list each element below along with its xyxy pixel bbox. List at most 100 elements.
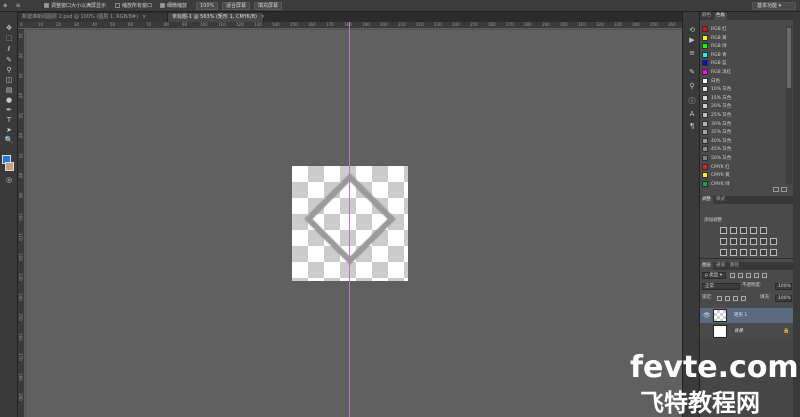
adjustment-layer-icon[interactable] [730, 249, 737, 256]
zoom-100-button[interactable]: 100% [196, 2, 218, 10]
swatch-item[interactable]: 10% 灰色 [700, 85, 793, 94]
swatch-item[interactable]: CMYK 红 [700, 163, 793, 172]
document-tab-2[interactable]: 未标题-1 @ 563% (矩形 1, CMYK/8) × [168, 13, 265, 22]
stamp-tool-icon[interactable]: ⚲ [3, 66, 15, 75]
adjustment-layer-icon[interactable] [730, 227, 737, 234]
swatch-chip[interactable] [702, 155, 708, 161]
opacity-input[interactable]: 100% [775, 283, 792, 290]
layer-name[interactable]: 矩形 1 [734, 312, 747, 318]
fill-input[interactable]: 100% [775, 295, 792, 302]
close-icon[interactable]: × [261, 14, 265, 20]
pen-tool-icon[interactable]: ✒ [3, 106, 15, 115]
background-color-swatch[interactable] [5, 162, 14, 171]
tab-adjustments[interactable]: 调整 [700, 197, 713, 204]
layer-row-background[interactable]: 背景 🔒 [700, 324, 793, 339]
adjustment-layer-icon[interactable] [720, 238, 727, 245]
dodge-tool-icon[interactable]: ● [3, 96, 15, 105]
info-icon[interactable]: ⓘ [687, 97, 697, 106]
adjustment-layer-icon[interactable] [740, 249, 747, 256]
adjustment-layer-icon[interactable] [770, 238, 777, 245]
filter-smart-icon[interactable] [762, 273, 767, 278]
swatch-item[interactable]: CMYK 绿 [700, 180, 793, 187]
character-icon[interactable]: A [687, 110, 697, 119]
adjustment-layer-icon[interactable] [720, 249, 727, 256]
swatch-item[interactable]: RGB 青 [700, 51, 793, 60]
swatch-chip[interactable] [702, 51, 708, 58]
gradient-tool-icon[interactable]: ▤ [3, 86, 15, 95]
lasso-tool-icon[interactable]: ℓ [3, 45, 15, 54]
swatch-chip[interactable] [702, 34, 708, 41]
swatch-chip[interactable] [702, 77, 708, 84]
swatch-chip[interactable] [702, 146, 708, 153]
tab-styles[interactable]: 样式 [714, 197, 727, 204]
type-tool-icon[interactable]: T [3, 116, 15, 125]
filter-pixel-icon[interactable] [730, 273, 735, 278]
swatch-item[interactable]: CMYK 黄 [700, 171, 793, 180]
tab-color[interactable]: 颜色 [700, 13, 713, 20]
swatch-chip[interactable] [702, 137, 708, 144]
swatch-item[interactable]: 25% 灰色 [700, 111, 793, 120]
swatch-chip[interactable] [702, 69, 708, 75]
adjustment-layer-icon[interactable] [750, 238, 757, 245]
swatch-chip[interactable] [702, 120, 708, 127]
zoom-all-windows-checkbox[interactable]: 缩放所有窗口 [115, 2, 152, 10]
swatch-chip[interactable] [702, 103, 708, 110]
swatch-chip[interactable] [702, 60, 708, 67]
lock-position-icon[interactable] [733, 296, 738, 301]
layer-filter-dropdown[interactable]: ρ 类型 ▾ [702, 272, 726, 279]
adjustment-layer-icon[interactable] [740, 238, 747, 245]
layer-name[interactable]: 背景 [734, 328, 743, 334]
close-icon[interactable]: × [142, 14, 146, 20]
zoom-in-icon[interactable]: ⊕ [3, 2, 7, 10]
eraser-tool-icon[interactable]: ◫ [3, 76, 15, 85]
new-swatch-icon[interactable] [773, 187, 779, 192]
adjustment-layer-icon[interactable] [760, 238, 767, 245]
fit-screen-button[interactable]: 适合屏幕 [222, 2, 250, 10]
swatch-chip[interactable] [702, 180, 708, 187]
swatch-chip[interactable] [702, 43, 708, 50]
history-icon[interactable]: ⟲ [687, 26, 697, 35]
swatch-chip[interactable] [702, 129, 708, 136]
swatch-chip[interactable] [702, 163, 708, 170]
swatch-item[interactable]: RGB 洋红 [700, 68, 793, 77]
swatch-item[interactable]: 30% 灰色 [700, 120, 793, 129]
tab-swatches[interactable]: 色板 [714, 13, 727, 20]
lock-all-icon[interactable] [741, 296, 746, 301]
zoom-out-icon[interactable]: ⊖ [16, 2, 20, 10]
tab-layers[interactable]: 图层 [700, 263, 713, 270]
adjustment-layer-icon[interactable] [750, 249, 757, 256]
swatch-item[interactable]: 15% 灰色 [700, 94, 793, 103]
visibility-eye-icon[interactable]: 👁 [703, 312, 711, 319]
swatch-chip[interactable] [702, 172, 708, 179]
filter-adjust-icon[interactable] [738, 273, 743, 278]
zoom-tool-icon[interactable]: 🔍 [3, 136, 15, 145]
path-selection-tool-icon[interactable]: ➤ [3, 126, 15, 135]
swatch-item[interactable]: 白色 [700, 77, 793, 86]
tab-channels[interactable]: 通道 [714, 263, 727, 270]
swatch-chip[interactable] [702, 94, 708, 101]
document-tab-1[interactable]: 新建准新闻图层 2.psd @ 100% (图层 1, RGB/8#) × [18, 13, 168, 22]
swatch-item[interactable]: RGB 红 [700, 25, 793, 34]
lock-transparent-icon[interactable] [717, 296, 722, 301]
layer-row-shape[interactable]: 👁 矩形 1 [700, 308, 793, 323]
adjustment-layer-icon[interactable] [760, 227, 767, 234]
adjustment-layer-icon[interactable] [750, 227, 757, 234]
filter-type-icon[interactable] [746, 273, 751, 278]
swatch-chip[interactable] [702, 26, 708, 32]
brush-tool-icon[interactable]: ✎ [3, 56, 15, 65]
swatch-item[interactable]: 40% 灰色 [700, 137, 793, 146]
marquee-tool-icon[interactable]: ⬚ [3, 34, 15, 43]
vertical-guide[interactable] [349, 22, 350, 417]
fill-screen-button[interactable]: 填充屏幕 [254, 2, 282, 10]
swatch-chip[interactable] [702, 86, 708, 93]
swatch-item[interactable]: 45% 灰色 [700, 145, 793, 154]
swatch-item[interactable]: 50% 灰色 [700, 154, 793, 163]
swatch-item[interactable]: 20% 灰色 [700, 102, 793, 111]
swatch-chip[interactable] [702, 112, 708, 118]
workspace-dropdown[interactable]: 基本功能 ▾ [752, 2, 796, 10]
properties-icon[interactable]: ≡ [687, 49, 697, 58]
adjustment-layer-icon[interactable] [760, 249, 767, 256]
brush-presets-icon[interactable]: ✎ [687, 68, 697, 77]
adjustment-layer-icon[interactable] [740, 227, 747, 234]
paragraph-icon[interactable]: ¶ [687, 122, 697, 131]
